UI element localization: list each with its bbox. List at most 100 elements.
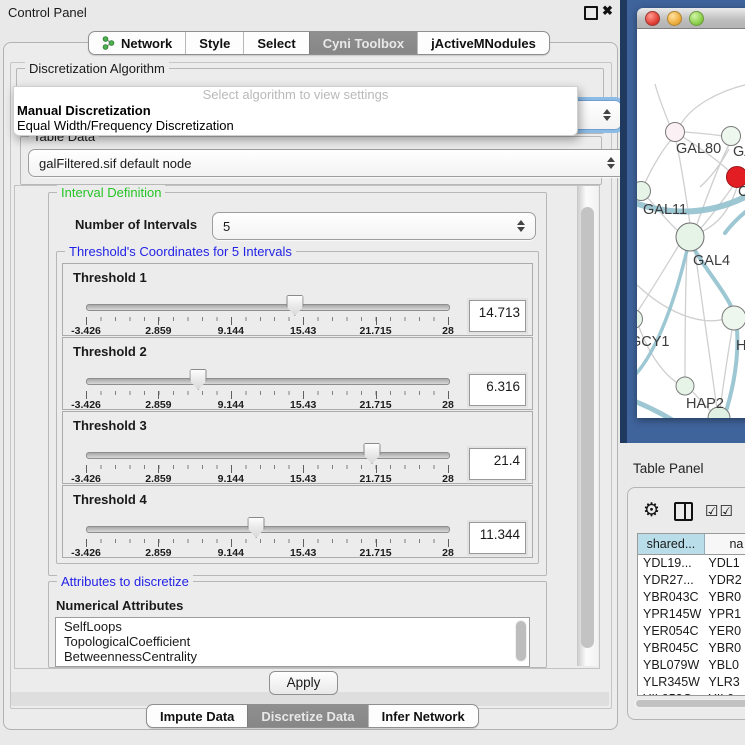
network-canvas[interactable]: GAL80 GA C GAL11 GAL4 GCY1 H HAP2	[637, 29, 745, 418]
slider-track[interactable]	[86, 526, 450, 533]
tab-style[interactable]: Style	[185, 32, 243, 54]
group-title: Interval Definition	[57, 185, 165, 200]
table-row[interactable]: YBR043CYBR0	[638, 589, 745, 606]
table-row[interactable]: YDL19...YDL1	[638, 555, 745, 572]
node-gal11[interactable]	[637, 182, 651, 201]
tab-network[interactable]: Network	[89, 32, 185, 54]
slider-tick-labels: -3.4262.8599.14415.4321.71528	[86, 325, 448, 337]
slider-thumb[interactable]	[363, 443, 380, 464]
threshold-2-panel: Threshold 2 -3.4262.8599.14415.4321.7152…	[62, 337, 533, 410]
node-label: H	[736, 338, 745, 354]
group-title: Attributes to discretize	[57, 574, 193, 589]
popup-item-equal-width[interactable]: Equal Width/Frequency Discretization	[14, 118, 577, 133]
node-table: shared... na YDL19...YDL1 YDR27...YDR2 Y…	[637, 533, 745, 696]
popup-item-manual-discretization[interactable]: Manual Discretization	[14, 103, 577, 118]
slider-ticks	[86, 539, 448, 547]
table-data-combo[interactable]: galFiltered.sif default node	[28, 149, 626, 177]
vertical-scrollbar[interactable]	[577, 186, 598, 666]
list-item[interactable]: BetweennessCentrality	[56, 648, 529, 663]
table-row[interactable]: YLR345WYLR3	[638, 674, 745, 691]
table-toolbar: ⚙ ☑☑	[628, 496, 745, 526]
combo-arrows-icon	[603, 109, 612, 121]
node-gal80[interactable]	[666, 123, 685, 142]
scrollbar-thumb[interactable]	[636, 700, 745, 707]
intervals-value: 5	[223, 219, 230, 234]
threshold-2-slider[interactable]: -3.4262.8599.14415.4321.71528	[86, 372, 448, 408]
table-header-row: shared... na	[638, 534, 745, 555]
application-window: Control Panel ✖ Network Style Select Cyn…	[0, 0, 745, 745]
threshold-label: Threshold 1	[73, 270, 147, 285]
slider-thumb[interactable]	[248, 517, 265, 538]
scrollbar-thumb[interactable]	[581, 207, 594, 648]
slider-ticks	[86, 317, 448, 325]
float-window-icon[interactable]	[584, 6, 598, 20]
node-h[interactable]	[722, 306, 745, 330]
network-graph: GAL80 GA C GAL11 GAL4 GCY1 H HAP2	[637, 29, 745, 418]
node-gcy1[interactable]	[637, 310, 643, 329]
table-row[interactable]: YDR27...YDR2	[638, 572, 745, 589]
tab-jactivemnodules[interactable]: jActiveMNodules	[417, 32, 549, 54]
algorithm-popup: Select algorithm to view settings Manual…	[13, 86, 578, 136]
table-row[interactable]: YBL079WYBL0	[638, 657, 745, 674]
threshold-1-panel: Threshold 1 -3.4262.8599.14415.4321.7152…	[62, 263, 533, 336]
node-top-right[interactable]	[722, 127, 741, 146]
split-table-icon[interactable]	[674, 502, 693, 521]
threshold-3-panel: Threshold 3 -3.4262.8599.14415.4321.7152…	[62, 411, 533, 484]
numerical-attributes-list[interactable]: SelfLoops TopologicalCoefficient Between…	[55, 617, 530, 667]
group-title: Threshold's Coordinates for 5 Intervals	[65, 244, 296, 259]
close-icon[interactable]: ✖	[602, 3, 613, 19]
list-item[interactable]: TopologicalCoefficient	[56, 633, 529, 648]
close-traffic-light-icon[interactable]	[645, 11, 660, 26]
slider-tick-labels: -3.4262.8599.14415.4321.71528	[86, 547, 448, 559]
tab-cyni-toolbox[interactable]: Cyni Toolbox	[309, 32, 417, 54]
table-data-value: galFiltered.sif default node	[39, 156, 191, 171]
table-row[interactable]: YPR145WYPR1	[638, 606, 745, 623]
threshold-value-field[interactable]: 11.344	[469, 522, 526, 554]
slider-track[interactable]	[86, 452, 450, 459]
table-row[interactable]: YBR045CYBR0	[638, 640, 745, 657]
threshold-label: Threshold 4	[73, 492, 147, 507]
slider-ticks	[86, 465, 448, 473]
table-row[interactable]: YIL052CYIL0	[638, 691, 745, 696]
network-icon	[102, 36, 115, 50]
gear-icon[interactable]: ⚙	[643, 501, 660, 521]
slider-thumb[interactable]	[190, 369, 207, 390]
threshold-value-field[interactable]: 6.316	[469, 374, 526, 406]
list-scrollbar[interactable]	[515, 620, 527, 662]
combo-arrows-icon	[517, 220, 526, 232]
network-window-titlebar[interactable]	[637, 8, 745, 29]
node-hap2[interactable]	[676, 377, 694, 395]
tab-select[interactable]: Select	[243, 32, 308, 54]
column-header-name[interactable]: na	[705, 534, 745, 554]
node-label: HAP2	[686, 396, 724, 412]
table-row[interactable]: YER054CYER0	[638, 623, 745, 640]
slider-track[interactable]	[86, 378, 450, 385]
tab-impute-data[interactable]: Impute Data	[147, 705, 247, 727]
column-header-shared-name[interactable]: shared...	[638, 534, 705, 554]
node-label: GAL80	[676, 141, 721, 157]
scrollbar-thumb[interactable]	[516, 621, 526, 661]
node-gal4[interactable]	[676, 223, 704, 251]
minimize-traffic-light-icon[interactable]	[667, 11, 682, 26]
right-region: GAL80 GA C GAL11 GAL4 GCY1 H HAP2 Table …	[620, 0, 745, 745]
tab-infer-network[interactable]: Infer Network	[368, 705, 478, 727]
threshold-3-slider[interactable]: -3.4262.8599.14415.4321.71528	[86, 446, 448, 482]
threshold-value-field[interactable]: 14.713	[469, 300, 526, 332]
horizontal-scrollbar[interactable]	[634, 699, 745, 708]
slider-track[interactable]	[86, 304, 450, 311]
threshold-value-field[interactable]: 21.4	[469, 448, 526, 480]
threshold-1-slider[interactable]: -3.4262.8599.14415.4321.71528	[86, 298, 448, 334]
table-panel: ⚙ ☑☑ shared... na YDL19...YDL1 YDR27...Y…	[627, 487, 745, 720]
threshold-4-slider[interactable]: -3.4262.8599.14415.4321.71528	[86, 520, 448, 556]
slider-thumb[interactable]	[286, 295, 303, 316]
tab-discretize-data[interactable]: Discretize Data	[247, 705, 367, 727]
threshold-label: Threshold 2	[73, 344, 147, 359]
network-window: GAL80 GA C GAL11 GAL4 GCY1 H HAP2	[637, 8, 745, 418]
list-item[interactable]: SelfLoops	[56, 618, 529, 633]
node-label: GA	[733, 144, 745, 160]
number-of-intervals-combo[interactable]: 5	[212, 212, 536, 240]
select-columns-icon[interactable]: ☑☑	[705, 502, 734, 520]
apply-button[interactable]: Apply	[269, 671, 338, 695]
control-panel-tabs: Network Style Select Cyni Toolbox jActiv…	[88, 31, 550, 55]
zoom-traffic-light-icon[interactable]	[689, 11, 704, 26]
